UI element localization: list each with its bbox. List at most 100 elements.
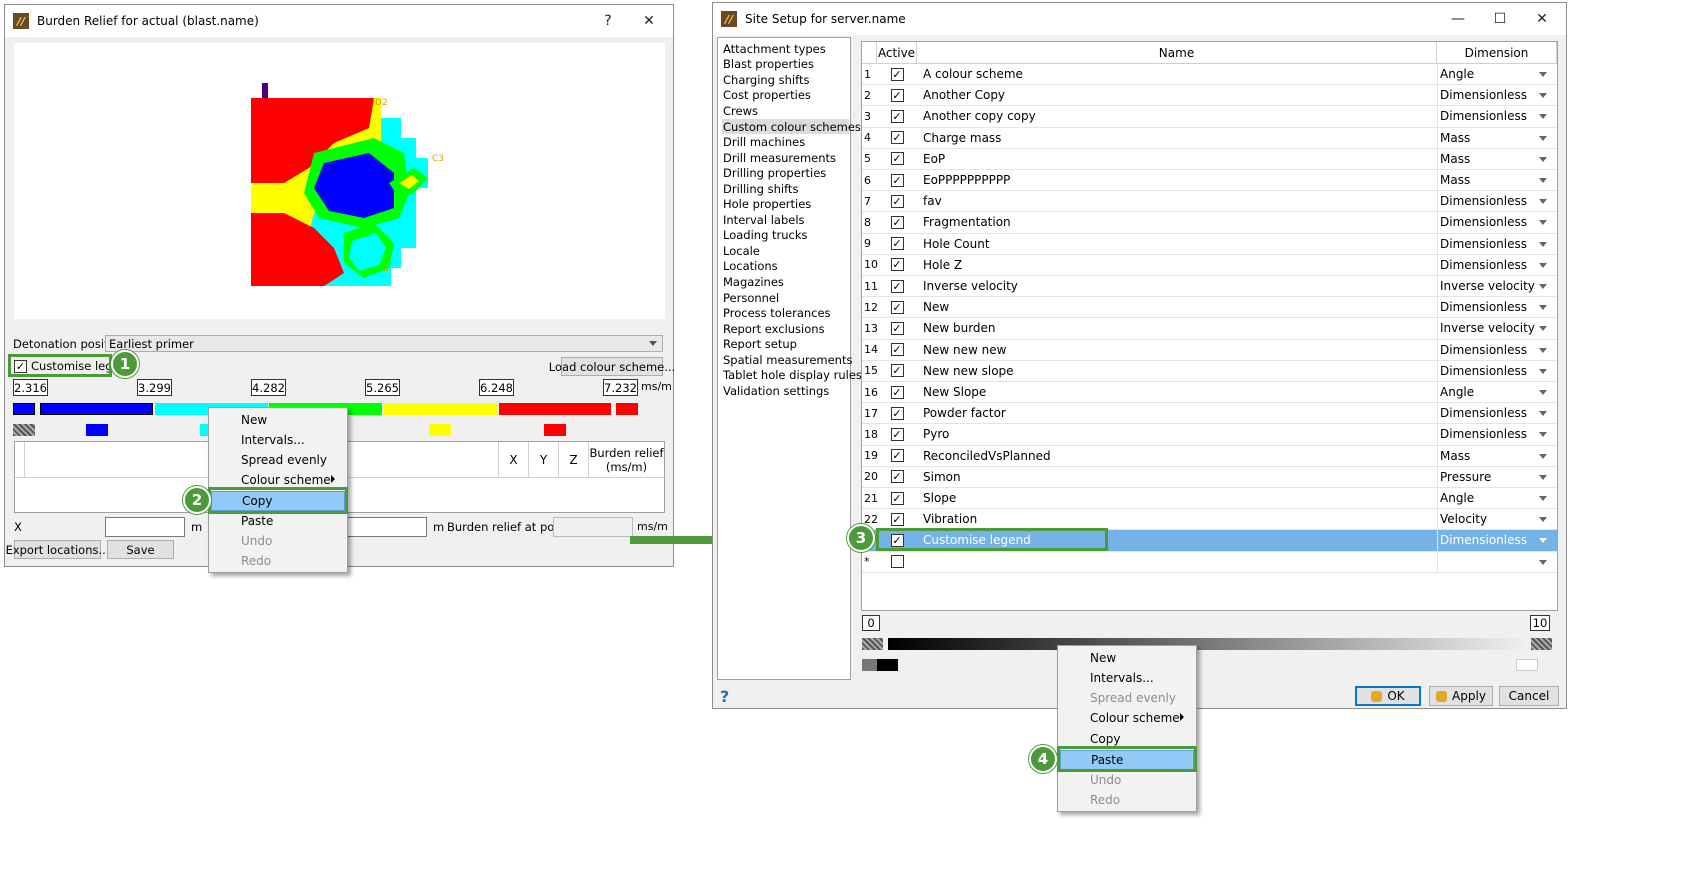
active-checkbox[interactable]: ✓ <box>890 449 904 463</box>
dimension-cell[interactable]: Dimensionless <box>1437 424 1557 445</box>
sidebar-item[interactable]: Report setup <box>722 336 797 352</box>
table-row[interactable]: 6 ✓ EoPPPPPPPPPP Mass <box>862 170 1557 192</box>
dimension-cell[interactable]: Angle <box>1437 382 1557 403</box>
table-row[interactable]: 21 ✓ Slope Angle <box>862 488 1557 510</box>
dimension-cell[interactable]: Mass <box>1437 127 1557 148</box>
sidebar-item[interactable]: Tablet hole display rules <box>722 368 862 384</box>
col-header-dimension[interactable]: Dimension <box>1437 42 1557 64</box>
table-row[interactable]: 9 ✓ Hole Count Dimensionless <box>862 233 1557 255</box>
minimize-button[interactable]: — <box>1438 3 1478 35</box>
menu-item-spread-evenly[interactable]: Spread evenly <box>209 450 347 470</box>
table-row[interactable]: 19 ✓ ReconciledVsPlanned Mass <box>862 445 1557 467</box>
active-cell[interactable]: ✓ <box>877 488 917 508</box>
x-input[interactable] <box>105 517 185 537</box>
active-checkbox[interactable]: ✓ <box>890 321 904 335</box>
col-header-x[interactable]: X <box>498 442 528 478</box>
active-cell[interactable]: ✓ <box>877 64 917 84</box>
sidebar-item[interactable]: Crews <box>722 103 758 119</box>
sidebar-item[interactable]: Custom colour schemes <box>722 118 861 135</box>
close-button[interactable]: ✕ <box>1522 3 1562 35</box>
sidebar-item[interactable]: Loading trucks <box>722 228 808 244</box>
dimension-cell[interactable]: Dimensionless <box>1437 233 1557 254</box>
help-icon[interactable]: ? <box>720 687 729 706</box>
table-row[interactable]: 8 ✓ Fragmentation Dimensionless <box>862 212 1557 234</box>
legend-band-low[interactable] <box>13 403 35 415</box>
scale-gradient-bar[interactable] <box>888 638 1528 650</box>
scale-swatch-white[interactable] <box>1516 659 1538 671</box>
maximize-button[interactable]: ☐ <box>1480 3 1520 35</box>
active-cell[interactable]: ✓ <box>877 446 917 466</box>
active-checkbox[interactable]: ✓ <box>890 427 904 441</box>
sidebar-item[interactable]: Validation settings <box>722 383 829 399</box>
active-cell[interactable]: ✓ <box>877 509 917 529</box>
menu-item-undo[interactable]: Undo <box>1058 770 1196 790</box>
active-checkbox[interactable]: ✓ <box>890 215 904 229</box>
active-checkbox[interactable]: ✓ <box>890 109 904 123</box>
active-checkbox[interactable]: ✓ <box>890 364 904 378</box>
active-checkbox[interactable] <box>890 555 904 569</box>
col-header-active[interactable]: Active <box>877 42 917 64</box>
active-checkbox[interactable]: ✓ <box>890 131 904 145</box>
dimension-cell[interactable]: Angle <box>1437 488 1557 509</box>
table-row[interactable]: 3 ✓ Another copy copy Dimensionless <box>862 106 1557 128</box>
menu-item-paste[interactable]: Paste <box>209 511 347 531</box>
ok-button[interactable]: OK <box>1355 686 1421 706</box>
dimension-cell[interactable]: Dimensionless <box>1437 403 1557 424</box>
table-row[interactable]: 14 ✓ New new new Dimensionless <box>862 339 1557 361</box>
sidebar-item[interactable]: Blast properties <box>722 57 814 73</box>
sidebar-item[interactable]: Interval labels <box>722 212 805 228</box>
active-checkbox[interactable]: ✓ <box>890 343 904 357</box>
scale-max-tick[interactable]: 10 <box>1530 615 1550 631</box>
sidebar-item[interactable]: Cost properties <box>722 88 811 104</box>
sidebar-item[interactable]: Process tolerances <box>722 305 831 321</box>
legend-band-high[interactable] <box>616 403 638 415</box>
legend-band-blue[interactable] <box>40 403 153 415</box>
dimension-cell[interactable]: Dimensionless <box>1437 360 1557 381</box>
active-cell[interactable]: ✓ <box>877 424 917 444</box>
active-cell[interactable]: ✓ <box>877 149 917 169</box>
table-row[interactable]: 2 ✓ Another Copy Dimensionless <box>862 85 1557 107</box>
dimension-cell[interactable]: Dimensionless <box>1437 85 1557 106</box>
sidebar-item[interactable]: Personnel <box>722 290 779 306</box>
table-row[interactable]: 10 ✓ Hole Z Dimensionless <box>862 254 1557 276</box>
active-checkbox[interactable]: ✓ <box>890 279 904 293</box>
col-header-name[interactable]: Name <box>917 42 1437 64</box>
sidebar-item[interactable]: Hole properties <box>722 197 811 213</box>
dimension-cell[interactable]: Dimensionless <box>1437 530 1557 551</box>
menu-item-new[interactable]: New <box>1058 648 1196 668</box>
sidebar-item[interactable]: Attachment types <box>722 41 826 57</box>
no-data-swatch[interactable] <box>13 424 35 436</box>
active-checkbox[interactable]: ✓ <box>890 300 904 314</box>
table-row[interactable]: 15 ✓ New new slope Dimensionless <box>862 360 1557 382</box>
sidebar-item[interactable]: Drill machines <box>722 134 805 150</box>
active-checkbox[interactable]: ✓ <box>890 385 904 399</box>
dimension-cell[interactable]: Angle <box>1437 64 1557 85</box>
active-checkbox[interactable]: ✓ <box>890 512 904 526</box>
table-row[interactable]: 11 ✓ Inverse velocity Inverse velocity <box>862 276 1557 298</box>
active-checkbox[interactable]: ✓ <box>890 88 904 102</box>
active-checkbox[interactable]: ✓ <box>890 258 904 272</box>
table-row[interactable]: 1 ✓ A colour scheme Angle <box>862 64 1557 86</box>
dimension-cell[interactable]: Mass <box>1437 148 1557 169</box>
active-checkbox[interactable]: ✓ <box>890 173 904 187</box>
active-cell[interactable]: ✓ <box>877 255 917 275</box>
active-checkbox[interactable]: ✓ <box>890 237 904 251</box>
active-checkbox[interactable]: ✓ <box>890 406 904 420</box>
active-cell[interactable]: ✓ <box>877 340 917 360</box>
menu-item-redo[interactable]: Redo <box>209 551 347 571</box>
active-checkbox[interactable]: ✓ <box>890 67 904 81</box>
col-header-y[interactable]: Y <box>528 442 558 478</box>
legend-band-red[interactable] <box>499 403 611 415</box>
dimension-cell[interactable]: Dimensionless <box>1437 297 1557 318</box>
settings-category-list[interactable]: Attachment types Blast properties Charging… <box>717 37 862 680</box>
menu-item-spread-evenly[interactable]: Spread evenly <box>1058 688 1196 708</box>
sidebar-item[interactable]: Drilling properties <box>722 165 826 181</box>
table-row[interactable]: 12 ✓ New Dimensionless <box>862 297 1557 319</box>
table-row[interactable]: 17 ✓ Powder factor Dimensionless <box>862 403 1557 425</box>
load-colour-scheme-button[interactable]: Load colour scheme... <box>549 357 675 376</box>
cancel-button[interactable]: Cancel <box>1499 686 1559 706</box>
table-row[interactable]: * <box>862 551 1557 573</box>
active-checkbox[interactable]: ✓ <box>890 152 904 166</box>
active-checkbox[interactable]: ✓ <box>890 194 904 208</box>
dimension-cell[interactable]: Dimensionless <box>1437 106 1557 127</box>
